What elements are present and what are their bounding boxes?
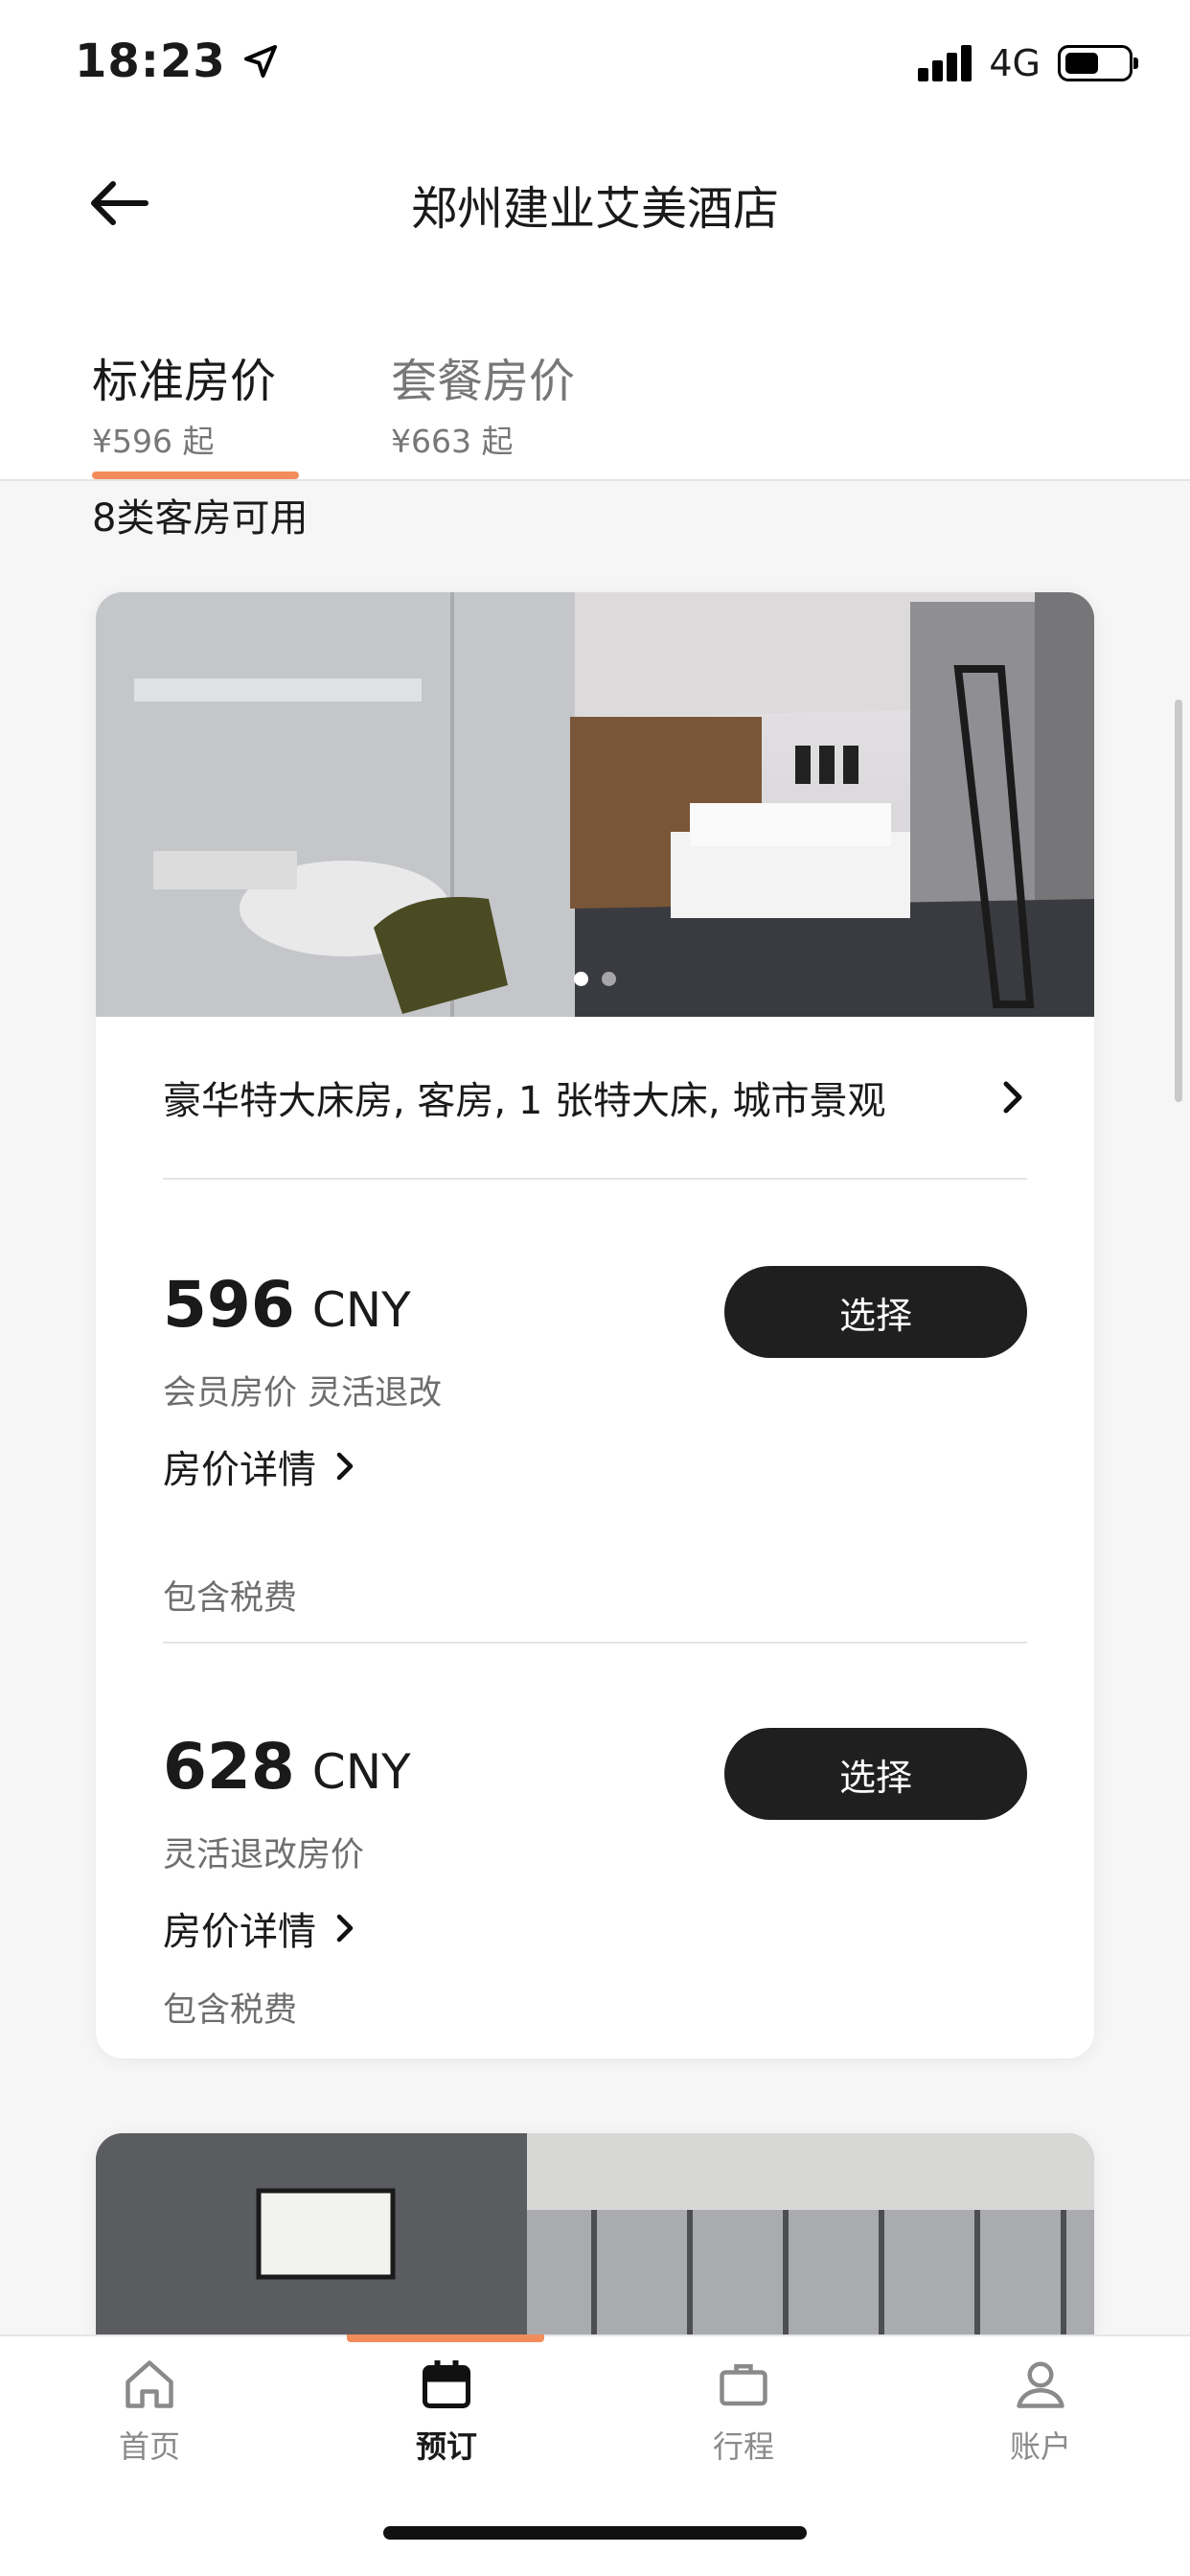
tab-price: ¥596 起 [92,423,215,460]
carousel-dots [96,972,1094,986]
price-currency: CNY [311,1282,411,1338]
rate-details-link[interactable]: 房价详情 [163,1438,355,1494]
location-arrow-icon [243,45,277,78]
tab-label: 行程 [712,2428,774,2465]
tab-label: 预订 [415,2428,477,2465]
user-icon [1017,2361,1064,2408]
rate-option: 628 CNY 灵活退改房价 房价详情 包含税费 选择 [163,1644,1027,2058]
tab-home[interactable]: 首页 [63,2356,236,2467]
tab-account[interactable]: 账户 [954,2356,1127,2467]
rate-details-label: 房价详情 [163,1910,316,1954]
tab-trips[interactable]: 行程 [657,2356,830,2467]
active-tab-indicator [347,2334,544,2342]
tab-label: 首页 [118,2428,180,2465]
home-icon [126,2360,173,2408]
price-amount: 628 [163,1730,295,1804]
status-bar: 18:23 4G [0,0,1190,134]
chevron-right-icon [1003,1081,1022,1114]
tab-booking[interactable]: 预订 [360,2356,533,2467]
select-button[interactable]: 选择 [724,1728,1027,1820]
calendar-icon [423,2360,470,2408]
battery-icon [1058,45,1138,81]
rate-details-label: 房价详情 [163,1448,316,1492]
rate-price: 596 CNY [163,1268,411,1342]
home-indicator [383,2526,807,2540]
rate-description: 会员房价 灵活退改 [163,1374,443,1413]
room-photo[interactable] [96,592,1094,1017]
tax-note: 包含税费 [163,1579,298,1618]
room-title-row[interactable]: 豪华特大床房, 客房, 1 张特大床, 城市景观 [163,1017,1027,1180]
room-count: 8类客房可用 [92,496,309,540]
price-amount: 596 [163,1268,295,1342]
room-name: 豪华特大床房, 客房, 1 张特大床, 城市景观 [163,1079,886,1123]
bottom-tab-bar: 首页 预订 行程 账户 [0,2334,1190,2576]
tab-label: 账户 [1009,2428,1071,2465]
tax-note: 包含税费 [163,1991,298,2030]
rate-price: 628 CNY [163,1730,411,1804]
room-card: 豪华特大床房, 客房, 1 张特大床, 城市景观 596 CNY 会员房价 灵活退… [96,592,1094,2058]
page-title: 郑州建业艾美酒店 [410,182,779,236]
carousel-dot[interactable] [602,972,616,986]
rate-option: 596 CNY 会员房价 灵活退改 房价详情 包含税费 选择 [163,1180,1027,1644]
tab-label: 标准房价 [92,355,277,408]
select-button[interactable]: 选择 [724,1266,1027,1358]
scrollbar[interactable] [1175,700,1182,1102]
price-currency: CNY [311,1744,411,1800]
active-tab-indicator [92,472,299,479]
chevron-right-icon [336,1914,354,1943]
rate-tabs: 标准房价 ¥596 起 套餐房价 ¥663 起 [0,268,1190,481]
tab-price: ¥663 起 [391,423,514,460]
signal-icon [918,45,973,81]
tab-package-rate[interactable]: 套餐房价 ¥663 起 [391,343,575,462]
nav-bar: 郑州建业艾美酒店 [0,134,1190,268]
rate-description: 灵活退改房价 [163,1836,365,1874]
briefcase-icon [720,2364,767,2406]
clock: 18:23 [75,34,226,88]
tab-label: 套餐房价 [391,355,576,408]
tab-standard-rate[interactable]: 标准房价 ¥596 起 [92,343,276,462]
rate-details-link[interactable]: 房价详情 [163,1900,355,1956]
network-type: 4G [989,42,1041,84]
status-indicators: 4G [918,42,1138,84]
chevron-right-icon [336,1452,354,1481]
status-time: 18:23 [75,34,280,88]
carousel-dot[interactable] [574,972,588,986]
